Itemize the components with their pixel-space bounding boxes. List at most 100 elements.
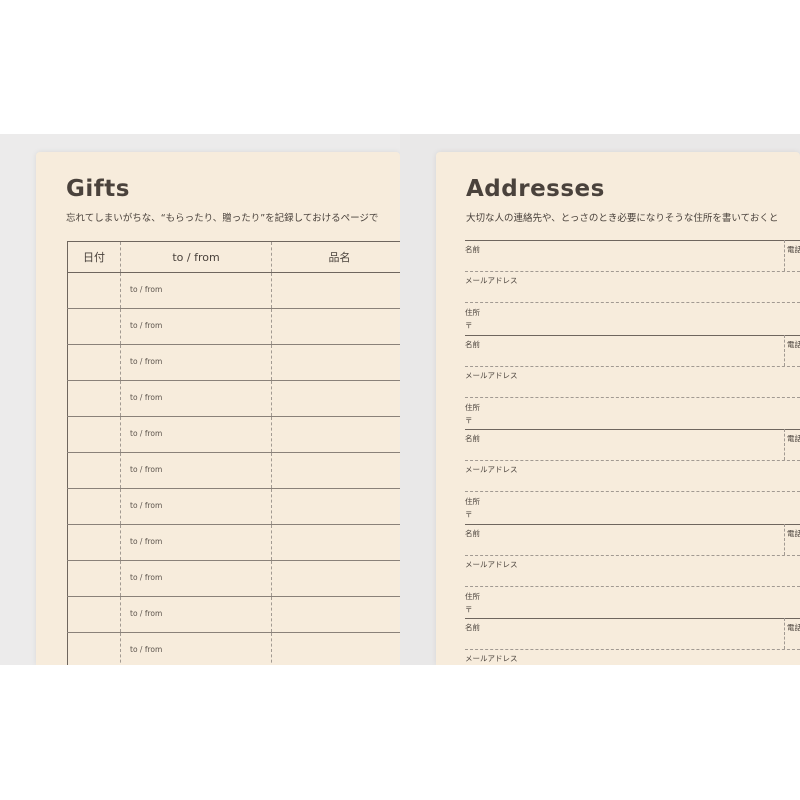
to-from-hint: to / from xyxy=(130,537,163,546)
phone-divider xyxy=(784,523,785,555)
entry-rule xyxy=(465,271,800,272)
to-from-cell[interactable]: to / from xyxy=(120,452,272,489)
zip-label: 〒 xyxy=(465,510,473,519)
date-cell[interactable] xyxy=(67,380,121,417)
item-cell[interactable] xyxy=(271,380,400,417)
item-cell[interactable] xyxy=(271,560,400,597)
name-label: 名前 xyxy=(465,434,480,443)
email-label: メールアドレス xyxy=(465,276,518,285)
to-from-cell[interactable]: to / from xyxy=(120,308,272,345)
to-from-cell[interactable]: to / from xyxy=(120,596,272,633)
address-entry: 名前 電話メールアドレス 住所〒 xyxy=(465,334,800,430)
address-entry: 名前 電話 メールアドレス xyxy=(465,618,800,665)
to-from-hint: to / from xyxy=(130,645,163,654)
date-cell[interactable] xyxy=(67,452,121,489)
address-entry: 名前 電話 メールアドレス 住所〒 xyxy=(465,240,800,335)
table-row: to / from xyxy=(67,452,400,489)
to-from-hint: to / from xyxy=(130,321,163,330)
to-from-cell[interactable]: to / from xyxy=(120,524,272,561)
address-list: 名前 電話 メールアドレス 住所〒名前 電話 メールアドレス 住所〒名前 電話 メールアドレス住… xyxy=(465,240,800,665)
table-row: to / from xyxy=(67,344,400,381)
item-cell[interactable] xyxy=(271,308,400,345)
email-label: メールアドレス xyxy=(465,559,518,569)
zip-label: 〒 xyxy=(465,604,473,614)
to-from-cell[interactable]: to / from xyxy=(120,560,272,597)
gifts-title: Gifts xyxy=(66,176,130,202)
table-row: to / from xyxy=(67,272,400,309)
addresses-page: Addresses 大切な人の連絡先や、とっさのとき必要になりそうな住所を書いて… xyxy=(436,152,800,665)
entry-rule xyxy=(465,491,800,492)
phone-label: 電話 xyxy=(787,245,800,254)
address-label: 住所 xyxy=(465,402,480,412)
gifts-header-row: 日付 to / from 品名 xyxy=(67,241,400,273)
date-cell[interactable] xyxy=(67,308,121,345)
date-cell[interactable] xyxy=(67,488,121,525)
item-cell[interactable] xyxy=(271,452,400,489)
column-header-item: 品名 xyxy=(271,241,400,273)
gifts-panel: Gifts 忘れてしまいがちな、“もらったり、贈ったり”を記録しておけるページで… xyxy=(0,134,400,665)
to-from-hint: to / from xyxy=(130,609,163,618)
to-from-cell[interactable]: to / from xyxy=(120,272,272,309)
to-from-hint: to / from xyxy=(130,573,163,582)
date-cell[interactable] xyxy=(67,560,121,597)
entry-rule xyxy=(465,302,800,303)
date-cell[interactable] xyxy=(67,344,121,381)
entry-top-rule xyxy=(465,240,800,241)
to-from-hint: to / from xyxy=(130,285,163,294)
item-cell[interactable] xyxy=(271,632,400,665)
entry-rule xyxy=(465,649,800,650)
address-entry: 名前 電話メールアドレス 住所〒 xyxy=(465,429,800,524)
column-header-date: 日付 xyxy=(67,241,121,273)
gifts-subtitle: 忘れてしまいがちな、“もらったり、贈ったり”を記録しておけるページで xyxy=(66,213,379,224)
phone-label: 電話 xyxy=(787,339,800,349)
item-cell[interactable] xyxy=(271,416,400,453)
name-label: 名前 xyxy=(465,339,480,349)
to-from-cell[interactable]: to / from xyxy=(120,416,272,453)
date-cell[interactable] xyxy=(67,632,121,665)
addresses-title: Addresses xyxy=(466,176,605,202)
table-row: to / from xyxy=(67,488,400,525)
entry-top-rule xyxy=(465,523,800,525)
phone-divider xyxy=(784,618,785,649)
entry-top-rule xyxy=(465,618,800,619)
entry-top-rule xyxy=(465,334,800,336)
column-header-to-from: to / from xyxy=(120,241,272,273)
date-cell[interactable] xyxy=(67,524,121,561)
address-entry: 名前 電話 メールアドレス 住所〒 xyxy=(465,523,800,619)
address-label: 住所 xyxy=(465,497,480,506)
email-label: メールアドレス xyxy=(465,370,518,380)
to-from-cell[interactable]: to / from xyxy=(120,344,272,381)
to-from-hint: to / from xyxy=(130,501,163,510)
addresses-subtitle: 大切な人の連絡先や、とっさのとき必要になりそうな住所を書いておくと xyxy=(466,213,779,224)
date-cell[interactable] xyxy=(67,596,121,633)
to-from-hint: to / from xyxy=(130,357,163,366)
to-from-hint: to / from xyxy=(130,393,163,402)
date-cell[interactable] xyxy=(67,272,121,309)
entry-rule xyxy=(465,554,800,556)
item-cell[interactable] xyxy=(271,596,400,633)
item-cell[interactable] xyxy=(271,488,400,525)
date-cell[interactable] xyxy=(67,416,121,453)
phone-label: 電話 xyxy=(787,434,800,443)
email-label: メールアドレス xyxy=(465,465,518,474)
zip-label: 〒 xyxy=(465,415,473,425)
table-row: to / from xyxy=(67,524,400,561)
item-cell[interactable] xyxy=(271,272,400,309)
table-row: to / from xyxy=(67,632,400,665)
item-cell[interactable] xyxy=(271,524,400,561)
zip-label: 〒 xyxy=(465,321,473,330)
table-row: to / from xyxy=(67,560,400,597)
table-row: to / from xyxy=(67,380,400,417)
entry-rule xyxy=(465,396,800,398)
table-row: to / from xyxy=(67,596,400,633)
to-from-cell[interactable]: to / from xyxy=(120,488,272,525)
gifts-table: 日付 to / from 品名 to / from to / from to / f… xyxy=(67,241,400,665)
item-cell[interactable] xyxy=(271,344,400,381)
phone-label: 電話 xyxy=(787,623,800,632)
to-from-cell[interactable]: to / from xyxy=(120,380,272,417)
name-label: 名前 xyxy=(465,623,480,632)
addresses-panel: Addresses 大切な人の連絡先や、とっさのとき必要になりそうな住所を書いて… xyxy=(400,134,800,665)
entry-rule xyxy=(465,585,800,587)
to-from-cell[interactable]: to / from xyxy=(120,632,272,665)
entry-rule xyxy=(465,460,800,461)
